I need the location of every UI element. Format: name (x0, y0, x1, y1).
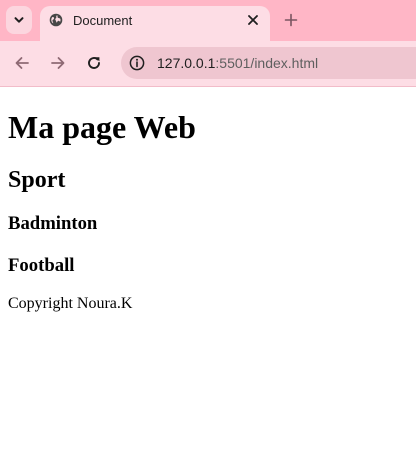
globe-icon (49, 13, 63, 27)
back-button[interactable] (12, 53, 32, 73)
chevron-down-icon (14, 17, 24, 23)
section-heading: Sport (8, 167, 66, 193)
reload-icon (88, 57, 100, 69)
url-text: 127.0.0.1:5501/index.html (157, 55, 318, 71)
tab-document[interactable]: Document (40, 6, 270, 41)
page-content: Ma page Web Sport Badminton Football Cop… (0, 87, 416, 469)
forward-button[interactable] (48, 53, 68, 73)
browser-window: Document 127.0.0.1:5501/index.html Ma pa… (0, 0, 416, 469)
reload-button[interactable] (84, 53, 104, 73)
close-icon (248, 15, 258, 25)
tab-strip: Document (0, 0, 416, 41)
tab-search-button[interactable] (6, 6, 32, 34)
tab-close-button[interactable] (245, 12, 261, 28)
plus-icon (284, 13, 298, 27)
info-icon (129, 55, 145, 71)
new-tab-button[interactable] (282, 11, 300, 29)
page-title: Ma page Web (8, 109, 196, 145)
arrow-right-icon (51, 57, 65, 69)
toolbar: 127.0.0.1:5501/index.html (0, 41, 416, 87)
copyright-text: Copyright Noura.K (8, 295, 133, 312)
address-bar[interactable]: 127.0.0.1:5501/index.html (121, 47, 416, 79)
site-info-button[interactable] (128, 54, 146, 72)
sport-item-heading: Football (8, 255, 75, 276)
url-host: 127.0.0.1 (157, 55, 216, 71)
arrow-left-icon (15, 57, 29, 69)
url-path: :5501/index.html (215, 55, 319, 71)
sport-item-heading: Badminton (8, 213, 98, 234)
tab-title: Document (73, 13, 133, 28)
